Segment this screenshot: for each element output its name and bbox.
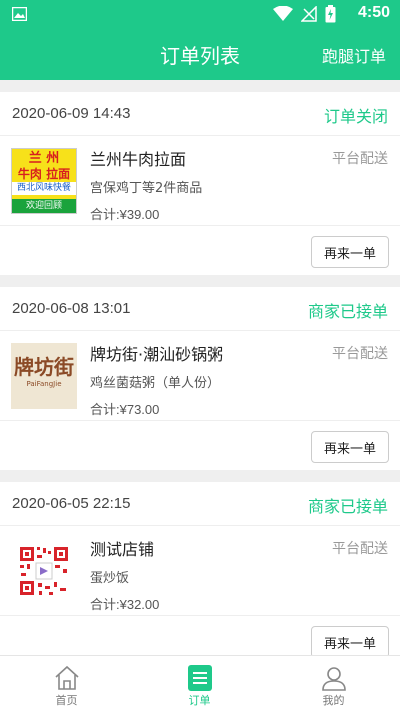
tab-label: 我的 — [322, 694, 345, 707]
order-header: 2020-06-08 13:01 商家已接单 — [0, 287, 400, 331]
thumb-line: PaiFangJie — [26, 380, 62, 388]
order-total: 合计:¥32.00 — [90, 597, 160, 612]
errand-orders-link[interactable]: 跑腿订单 — [322, 43, 386, 67]
thumb-line: 牌坊街 — [14, 355, 74, 379]
shop-thumbnail: 牌坊街 PaiFangJie — [11, 343, 77, 409]
order-header: 2020-06-09 14:43 订单关闭 — [0, 92, 400, 136]
order-status: 订单关闭 — [323, 107, 388, 126]
shop-qr-code — [11, 538, 77, 604]
order-body[interactable]: 测试店铺 平台配送 蛋炒饭 合计:¥32.00 — [0, 526, 400, 616]
tab-label: 首页 — [55, 694, 78, 707]
order-date: 2020-06-08 13:01 — [12, 300, 131, 317]
qr-code-image — [19, 546, 69, 596]
bottom-tab-bar: 首页 订单 我的 — [0, 655, 400, 711]
reorder-button[interactable]: 再来一单 — [311, 431, 389, 463]
order-card[interactable]: 2020-06-08 13:01 商家已接单 牌坊街 PaiFangJie 牌坊… — [0, 287, 400, 470]
status-bar: 4:50 — [0, 0, 400, 28]
order-list-icon — [187, 665, 212, 691]
app-header: 订单列表 跑腿订单 — [0, 28, 400, 80]
user-icon — [321, 667, 346, 691]
shop-name: 兰州牛肉拉面 — [90, 150, 187, 169]
thumb-line: 欢迎回顾 — [12, 199, 76, 213]
reorder-button[interactable]: 再来一单 — [311, 236, 389, 268]
wifi-icon — [273, 6, 293, 21]
order-status: 商家已接单 — [307, 497, 388, 516]
gallery-icon — [12, 7, 27, 21]
delivery-type: 平台配送 — [332, 346, 388, 362]
shop-thumbnail: 兰 州 牛肉 拉面 西北风味快餐 欢迎回顾 — [11, 148, 77, 214]
thumb-line: 西北风味快餐 — [12, 182, 76, 195]
order-card[interactable]: 2020-06-05 22:15 商家已接单 测试店铺 平台配送 蛋炒饭 合计:… — [0, 482, 400, 665]
order-status: 商家已接单 — [307, 302, 388, 321]
delivery-type: 平台配送 — [332, 151, 388, 167]
order-body[interactable]: 牌坊街 PaiFangJie 牌坊街·潮汕砂锅粥 平台配送 鸡丝菌菇粥（单人份）… — [0, 331, 400, 421]
thumb-line: 牛肉 拉面 — [17, 167, 71, 181]
shop-name: 测试店铺 — [90, 540, 155, 559]
order-header: 2020-06-05 22:15 商家已接单 — [0, 482, 400, 526]
order-total: 合计:¥73.00 — [90, 402, 160, 417]
tab-label: 订单 — [188, 694, 211, 707]
order-items: 宫保鸡丁等2件商品 — [90, 181, 203, 196]
order-body[interactable]: 兰 州 牛肉 拉面 西北风味快餐 欢迎回顾 兰州牛肉拉面 平台配送 宫保鸡丁等2… — [0, 136, 400, 226]
thumb-line: 兰 州 — [28, 151, 60, 166]
no-signal-icon — [301, 6, 317, 22]
order-card[interactable]: 2020-06-09 14:43 订单关闭 兰 州 牛肉 拉面 西北风味快餐 欢… — [0, 92, 400, 275]
order-date: 2020-06-09 14:43 — [12, 105, 131, 122]
battery-charging-icon — [325, 5, 336, 23]
tab-profile[interactable]: 我的 — [267, 656, 400, 711]
tab-orders[interactable]: 订单 — [133, 656, 266, 711]
order-total: 合计:¥39.00 — [90, 207, 160, 222]
order-date: 2020-06-05 22:15 — [12, 495, 131, 512]
clock: 4:50 — [357, 4, 390, 21]
delivery-type: 平台配送 — [332, 541, 388, 557]
order-items: 蛋炒饭 — [90, 571, 130, 586]
tab-home[interactable]: 首页 — [0, 656, 133, 711]
order-items: 鸡丝菌菇粥（单人份） — [90, 376, 221, 391]
shop-name: 牌坊街·潮汕砂锅粥 — [90, 345, 224, 364]
home-icon — [54, 665, 79, 690]
reorder-button[interactable]: 再来一单 — [311, 626, 389, 658]
